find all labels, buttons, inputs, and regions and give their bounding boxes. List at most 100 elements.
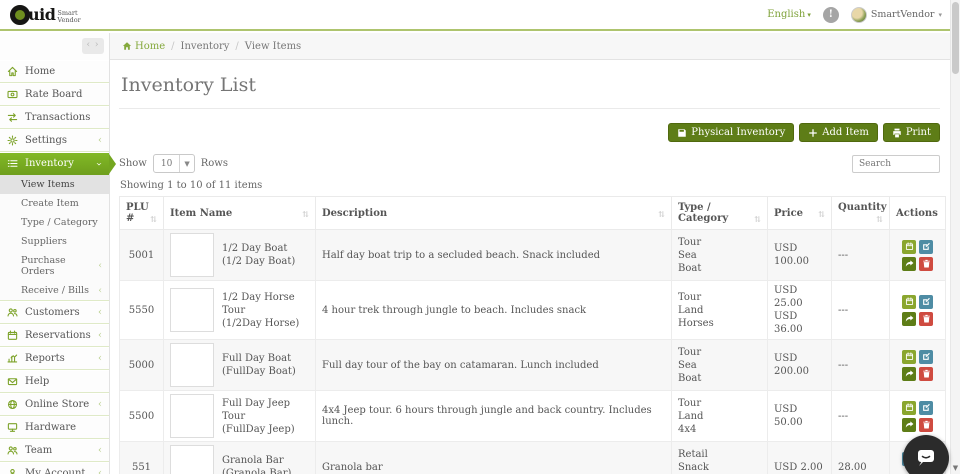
sidebar-submenu: View Items Create Item Type / Category Supp… bbox=[0, 175, 109, 301]
item-name-cell: Full Day Jeep Tour(FullDay Jeep) bbox=[222, 397, 309, 436]
sidebar-item-help[interactable]: Help bbox=[0, 370, 109, 393]
sidebar-subitem-purchase-orders[interactable]: Purchase Orders‹ bbox=[0, 251, 109, 281]
sidebar-subitem-label: Create Item bbox=[21, 198, 79, 209]
edit-action-button[interactable] bbox=[919, 240, 933, 254]
edit-action-button[interactable] bbox=[919, 401, 933, 415]
chevron-down-icon: ▾ bbox=[807, 11, 811, 19]
quantity-cell: 28.00 bbox=[832, 442, 890, 474]
sidebar-item-transactions[interactable]: Transactions bbox=[0, 106, 109, 129]
trash-action-button[interactable] bbox=[919, 418, 933, 432]
share-action-button[interactable] bbox=[902, 257, 916, 271]
row-actions bbox=[901, 350, 934, 381]
sidebar-item-home[interactable]: Home bbox=[0, 60, 109, 83]
share-icon bbox=[905, 259, 914, 268]
sidebar-subitem-receive-bills[interactable]: Receive / Bills‹ bbox=[0, 281, 109, 300]
sidebar-item-label: Reservations bbox=[25, 330, 91, 341]
sidebar-item-settings[interactable]: Settings ‹ bbox=[0, 129, 109, 152]
column-header-quantity[interactable]: Quantity⇅ bbox=[832, 197, 890, 230]
sidebar-item-label: Rate Board bbox=[25, 89, 82, 100]
transactions-icon bbox=[7, 112, 20, 123]
sidebar-item-inventory[interactable]: Inventory‹ bbox=[0, 152, 109, 175]
sidebar-subitem-label: Suppliers bbox=[21, 236, 67, 247]
share-action-button[interactable] bbox=[902, 312, 916, 326]
calendar-action-button[interactable] bbox=[902, 350, 916, 364]
breadcrumb-item-inventory[interactable]: Inventory bbox=[181, 41, 230, 52]
chevron-left-icon: ‹ bbox=[98, 355, 102, 363]
search-input[interactable] bbox=[852, 155, 940, 173]
sort-icon: ⇅ bbox=[302, 209, 309, 219]
type-category-cell: TourSeaBoat bbox=[678, 236, 761, 275]
edit-action-button[interactable] bbox=[919, 350, 933, 364]
sidebar-item-online-store[interactable]: Online Store‹ bbox=[0, 393, 109, 416]
chevron-left-icon: ‹ bbox=[98, 262, 102, 270]
trash-action-button[interactable] bbox=[919, 312, 933, 326]
sidebar-item-reservations[interactable]: Reservations ‹ bbox=[0, 324, 109, 347]
breadcrumb: Home/Inventory/View Items bbox=[122, 41, 301, 52]
sidebar-item-rate-board[interactable]: Rate Board bbox=[0, 83, 109, 106]
calendar-action-button[interactable] bbox=[902, 240, 916, 254]
chat-launcher-button[interactable] bbox=[903, 435, 949, 474]
table-row: 5000 Full Day Boat(FullDay Boat) Full da… bbox=[120, 340, 946, 391]
notification-button[interactable]: ! bbox=[823, 7, 839, 23]
language-selector[interactable]: English▾ bbox=[767, 9, 811, 20]
chevron-left-icon: ‹ bbox=[98, 332, 102, 340]
page-scrollbar[interactable]: ▼ bbox=[950, 0, 960, 474]
type-category-cell: TourSeaBoat bbox=[678, 346, 761, 385]
trash-icon bbox=[922, 369, 931, 378]
sidebar-item-label: Customers bbox=[25, 307, 80, 318]
column-header-description[interactable]: Description⇅ bbox=[316, 197, 672, 230]
sidebar-item-label: Settings bbox=[25, 135, 67, 146]
breadcrumb-item-home[interactable]: Home bbox=[122, 41, 165, 52]
description-cell: 4x4 Jeep tour. 6 hours through jungle an… bbox=[316, 391, 672, 442]
sidebar-subitem-suppliers[interactable]: Suppliers bbox=[0, 232, 109, 251]
sidebar-item-customers[interactable]: Customers‹ bbox=[0, 301, 109, 324]
sidebar-collapse-toggle[interactable]: ‹ › bbox=[82, 38, 104, 54]
add-item-button[interactable]: Add Item bbox=[799, 123, 878, 142]
plu-cell: 551 bbox=[120, 442, 164, 474]
sidebar-item-hardware[interactable]: Hardware bbox=[0, 416, 109, 439]
sidebar-item-label: Transactions bbox=[25, 112, 90, 123]
edit-icon bbox=[922, 297, 931, 306]
column-header-item-name[interactable]: Item Name⇅ bbox=[164, 197, 316, 230]
trash-icon bbox=[922, 259, 931, 268]
column-header-price[interactable]: Price⇅ bbox=[768, 197, 832, 230]
trash-icon bbox=[922, 314, 931, 323]
scrollbar-thumb[interactable] bbox=[952, 2, 959, 74]
physical-inventory-button[interactable]: Physical Inventory bbox=[668, 123, 794, 142]
page-size-select[interactable]: 10 ▼ bbox=[153, 154, 195, 173]
item-photo bbox=[170, 394, 214, 438]
calendar-action-button[interactable] bbox=[902, 401, 916, 415]
scrollbar-down-arrow[interactable]: ▼ bbox=[951, 464, 960, 472]
reservations-icon bbox=[7, 330, 20, 341]
sidebar-subitem-type-category[interactable]: Type / Category bbox=[0, 213, 109, 232]
calendar-action-button[interactable] bbox=[902, 295, 916, 309]
onlinestore-icon bbox=[7, 399, 20, 410]
sidebar-subitem-label: Purchase Orders bbox=[21, 255, 98, 277]
edit-action-button[interactable] bbox=[919, 295, 933, 309]
column-header-plu[interactable]: PLU #⇅ bbox=[120, 197, 164, 230]
user-menu[interactable]: SmartVendor ▾ bbox=[851, 7, 942, 23]
settings-icon bbox=[7, 135, 20, 146]
trash-action-button[interactable] bbox=[919, 257, 933, 271]
help-icon bbox=[7, 376, 20, 387]
sidebar-subitem-view-items[interactable]: View Items bbox=[0, 175, 109, 194]
trash-action-button[interactable] bbox=[919, 367, 933, 381]
column-header-type-category[interactable]: Type / Category⇅ bbox=[672, 197, 768, 230]
chevron-left-icon: ‹ bbox=[98, 137, 102, 145]
sidebar-subitem-label: View Items bbox=[21, 179, 75, 190]
type-category-cell: TourLand4x4 bbox=[678, 397, 761, 436]
type-category-cell: RetailSnackFood bbox=[678, 448, 761, 474]
share-action-button[interactable] bbox=[902, 367, 916, 381]
share-action-button[interactable] bbox=[902, 418, 916, 432]
sort-icon: ⇅ bbox=[754, 214, 761, 224]
print-button[interactable]: Print bbox=[883, 123, 940, 142]
table-row: 5500 Full Day Jeep Tour(FullDay Jeep) 4x… bbox=[120, 391, 946, 442]
price-cell: USD 200.00 bbox=[774, 352, 825, 378]
sidebar-item-my-account[interactable]: My Account‹ bbox=[0, 462, 109, 474]
item-name-cell: 1/2 Day Boat(1/2 Day Boat) bbox=[222, 242, 295, 268]
app-logo[interactable]: uid SmartVendor bbox=[10, 5, 81, 25]
inventory-icon bbox=[7, 158, 20, 169]
sidebar-subitem-create-item[interactable]: Create Item bbox=[0, 194, 109, 213]
sidebar-item-reports[interactable]: Reports‹ bbox=[0, 347, 109, 370]
sidebar-item-team[interactable]: Team‹ bbox=[0, 439, 109, 462]
